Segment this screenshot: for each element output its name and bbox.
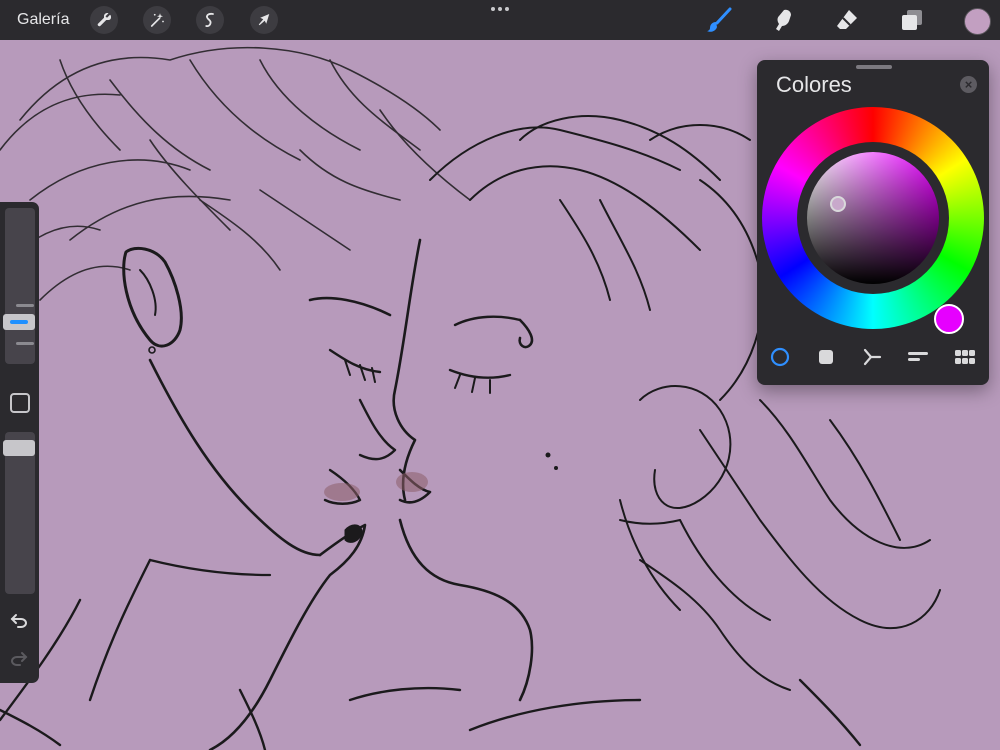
panel-grab-handle[interactable] — [856, 65, 892, 69]
transform-button[interactable] — [250, 6, 278, 34]
mode-harmony-button[interactable] — [860, 346, 884, 368]
brush-opacity-handle[interactable] — [3, 440, 35, 456]
mode-disc-button[interactable] — [768, 346, 792, 368]
more-dots-icon[interactable] — [488, 2, 512, 16]
disc-mode-icon — [770, 347, 790, 367]
hue-handle[interactable] — [934, 304, 964, 334]
wrench-icon — [97, 13, 112, 27]
layers-icon — [902, 10, 922, 30]
selection-icon — [205, 12, 214, 28]
value-mode-icon — [908, 352, 928, 361]
actions-button[interactable] — [90, 6, 118, 34]
mode-value-button[interactable] — [906, 346, 930, 368]
eraser-icon — [837, 10, 857, 29]
current-color-swatch[interactable] — [964, 8, 991, 35]
modify-button[interactable] — [10, 393, 30, 413]
brush-icon — [707, 7, 732, 32]
mode-palettes-button[interactable] — [953, 346, 977, 368]
smudge-icon — [776, 9, 791, 31]
saturation-handle[interactable] — [830, 196, 846, 212]
undo-button[interactable] — [8, 610, 30, 632]
transform-arrow-icon — [258, 14, 270, 26]
undo-icon — [10, 614, 28, 628]
colors-panel: Colores × — [757, 60, 989, 385]
brush-size-slider[interactable] — [5, 208, 35, 364]
redo-button[interactable] — [8, 648, 30, 670]
hue-ring[interactable] — [762, 107, 984, 334]
eraser-button[interactable] — [832, 5, 862, 35]
harmony-mode-icon — [863, 348, 882, 366]
panel-title: Colores — [776, 72, 852, 97]
palettes-mode-icon — [955, 350, 975, 364]
adjustments-button[interactable] — [143, 6, 171, 34]
size-tick — [16, 342, 34, 345]
brush-size-handle[interactable] — [3, 314, 35, 330]
redo-icon — [10, 652, 28, 666]
close-icon[interactable]: × — [960, 76, 977, 93]
saturation-brightness-disc[interactable] — [807, 152, 939, 284]
top-toolbar: Galería — [0, 0, 1000, 40]
classic-mode-icon — [819, 350, 833, 364]
left-sidebar — [0, 202, 39, 683]
brush-button[interactable] — [704, 5, 734, 35]
smudge-button[interactable] — [768, 5, 798, 35]
selection-button[interactable] — [196, 6, 224, 34]
size-tick — [16, 304, 34, 307]
brush-opacity-slider[interactable] — [5, 432, 35, 594]
layers-button[interactable] — [897, 5, 927, 35]
gallery-button[interactable]: Galería — [17, 11, 69, 29]
mode-classic-button[interactable] — [814, 346, 838, 368]
magic-wand-icon — [150, 13, 164, 27]
